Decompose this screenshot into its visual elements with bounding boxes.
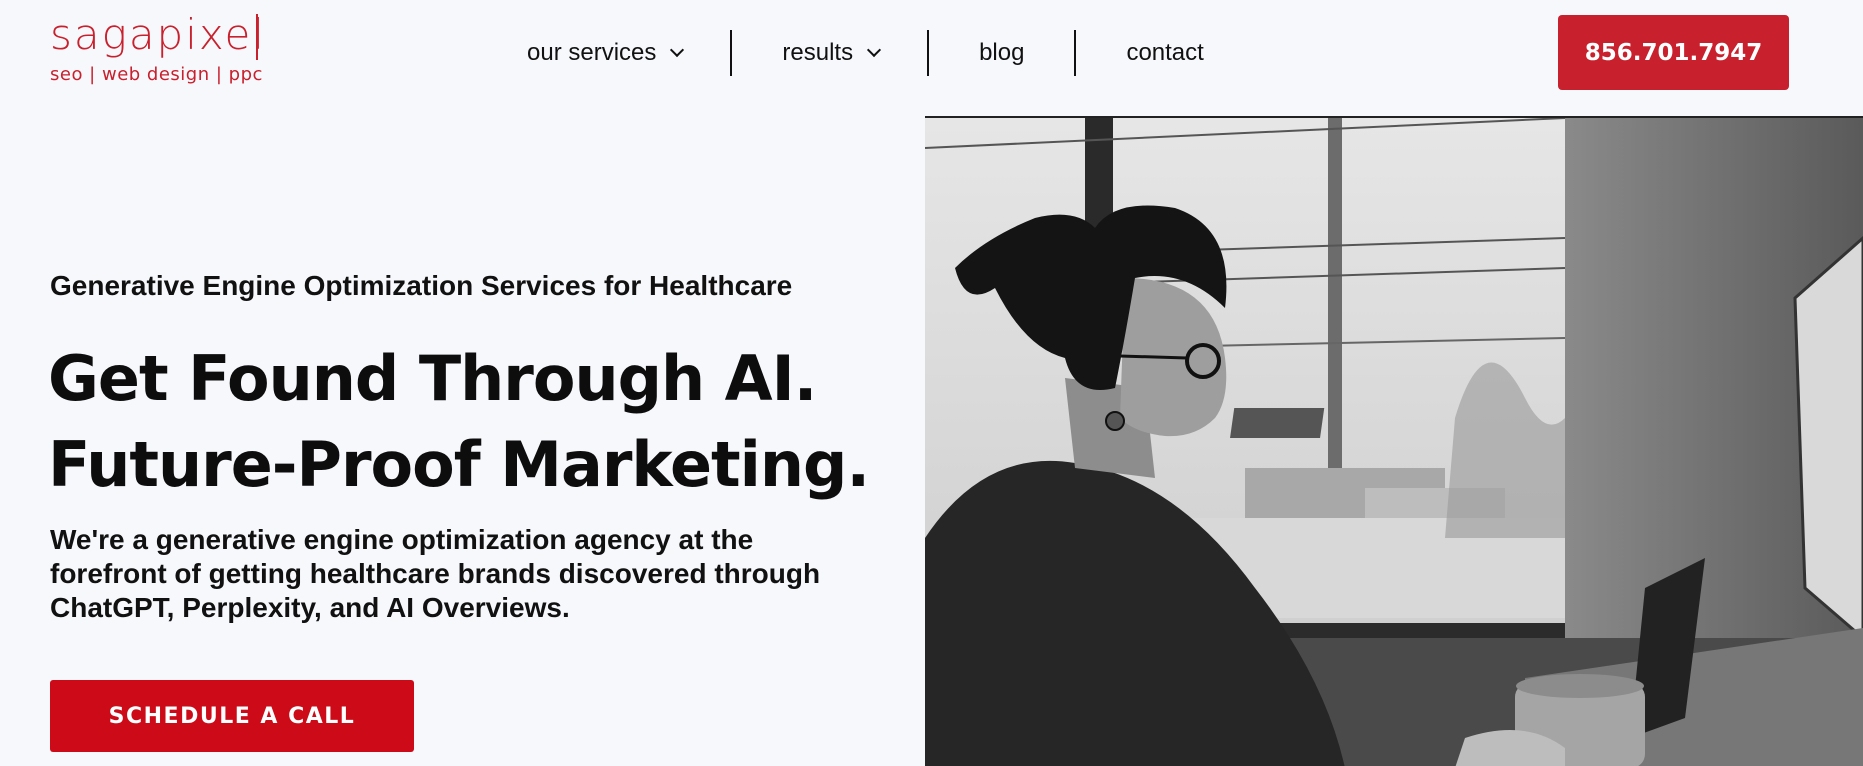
nav-item-label: our services	[527, 39, 657, 66]
logo-tagline: seo | web design | ppc	[50, 64, 263, 85]
headline-line-1: Get Found Through AI.	[48, 342, 817, 415]
nav-item-label: contact	[1126, 39, 1204, 66]
hero-subtext: We're a generative engine optimization a…	[50, 524, 821, 623]
nav-item-our-services[interactable]: our services	[505, 39, 730, 67]
hero-photo	[925, 116, 1863, 766]
nav-item-label: results	[782, 39, 854, 66]
logo-wordmark: sagapixel	[50, 10, 266, 59]
chevron-down-icon	[866, 42, 882, 58]
hero-kicker: Generative Engine Optimization Services …	[50, 270, 793, 301]
logo-bar	[256, 14, 258, 60]
hero-photo-illustration	[925, 118, 1863, 766]
nav-item-contact[interactable]: contact	[1076, 39, 1203, 67]
nav-item-label: blog	[979, 39, 1025, 66]
chevron-down-icon	[670, 42, 685, 58]
logo[interactable]: sagapixel seo | web design | ppc	[50, 10, 266, 86]
schedule-call-button[interactable]: SCHEDULE A CALL	[50, 680, 414, 752]
nav-item-results[interactable]: results	[732, 39, 927, 67]
phone-button[interactable]: 856.701.7947	[1558, 15, 1789, 90]
nav-item-blog[interactable]: blog	[929, 39, 1074, 67]
headline-line-2: Future-Proof Marketing.	[48, 428, 870, 501]
main-nav: our services results blog contact	[505, 30, 1204, 76]
hero-headline: Get Found Through AI. Future-Proof Marke…	[48, 336, 870, 508]
